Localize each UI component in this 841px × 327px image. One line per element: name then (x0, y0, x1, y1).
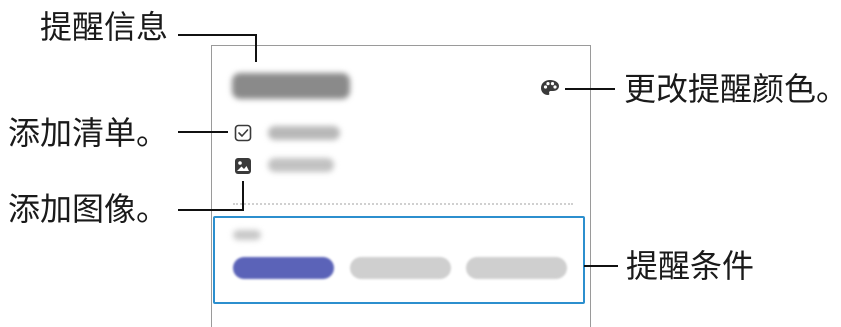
callout-line-memo-info (178, 34, 257, 62)
callout-conditions: 提醒条件 (626, 247, 755, 285)
callout-memo-info: 提醒信息 (40, 8, 169, 46)
callout-line-add-image (178, 181, 244, 211)
callout-add-checklist: 添加清单。 (8, 114, 169, 152)
callout-add-image: 添加图像。 (8, 190, 169, 228)
callout-change-color: 更改提醒颜色。 (624, 70, 841, 108)
